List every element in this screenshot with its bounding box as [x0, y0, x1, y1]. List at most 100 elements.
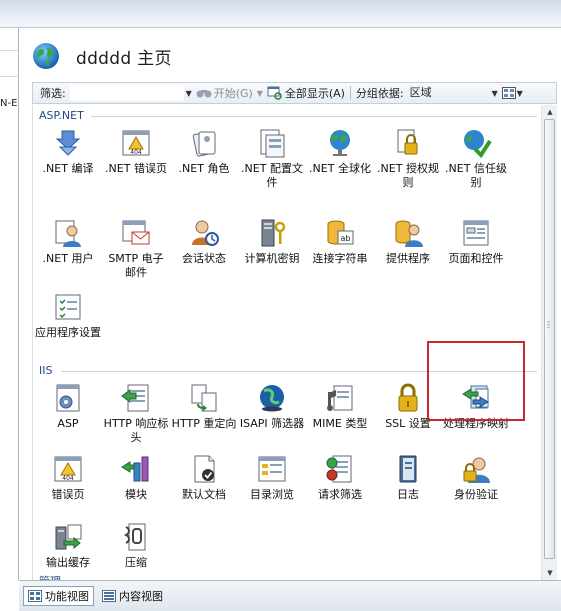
- feature-session-state[interactable]: 会话状态: [171, 217, 237, 283]
- connections-pane[interactable]: N-E: [0, 28, 19, 580]
- feature-providers[interactable]: 提供程序: [375, 217, 441, 283]
- features-view-icon: [28, 590, 42, 602]
- content-view-icon: [102, 590, 116, 602]
- chevron-down-icon[interactable]: ▼: [490, 89, 500, 98]
- feature-label: 提供程序: [386, 252, 430, 265]
- grid-view-icon: [501, 87, 516, 99]
- scroll-down-arrow-icon[interactable]: ▼: [542, 566, 558, 580]
- feature-label: 默认文档: [182, 488, 226, 501]
- session-icon: [192, 220, 219, 246]
- down-arrows-icon: [55, 130, 81, 156]
- feature-label: 错误页: [51, 488, 85, 501]
- feature-label: .NET 编译: [42, 162, 94, 175]
- tree-node-fragment[interactable]: N-E: [0, 98, 17, 109]
- scrollbar-thumb[interactable]: ---: [544, 119, 555, 559]
- feature-application-settings[interactable]: 应用程序设置: [35, 291, 101, 357]
- roles-icon: [192, 131, 216, 157]
- feature-pages-and-controls[interactable]: 页面和控件: [443, 217, 509, 283]
- feature-net-roles[interactable]: .NET 角色: [171, 127, 237, 193]
- feature-label: .NET 全球化: [309, 162, 371, 175]
- features-view-tab[interactable]: 功能视图: [23, 586, 94, 606]
- feature-label: 会话状态: [182, 252, 226, 265]
- feature-request-filtering[interactable]: 请求筛选: [307, 453, 373, 519]
- features-view-label: 功能视图: [45, 590, 89, 603]
- default-document-icon: [194, 455, 215, 483]
- feature-default-document[interactable]: 默认文档: [171, 453, 237, 519]
- feature-net-compilation[interactable]: .NET 编译: [35, 127, 101, 193]
- pane-divider: [0, 76, 18, 77]
- group-header-aspnet[interactable]: ASP.NET: [39, 109, 84, 122]
- feature-mime-types[interactable]: MIME 类型: [307, 382, 373, 448]
- padlock-icon: [398, 383, 418, 412]
- chevron-down-icon[interactable]: ▼: [184, 89, 194, 98]
- group-header-iis[interactable]: IIS: [39, 364, 52, 377]
- feature-label: 计算机密钥: [244, 252, 300, 265]
- feature-asp[interactable]: ASP: [35, 382, 101, 448]
- feature-label: .NET 错误页: [105, 162, 167, 175]
- asp-icon: [56, 384, 80, 412]
- feature-error-pages[interactable]: 404 错误页: [35, 453, 101, 519]
- globe-icon: [330, 130, 350, 156]
- vertical-scrollbar[interactable]: ▲ --- ▼: [541, 105, 557, 580]
- feature-label: .NET 授权规则: [377, 162, 439, 189]
- feature-connection-strings[interactable]: ab 连接字符串: [307, 217, 373, 283]
- feature-compression[interactable]: 压缩: [103, 521, 169, 587]
- feature-label: 模块: [125, 488, 147, 501]
- svg-text:ab: ab: [341, 234, 351, 243]
- filter-label: 筛选:: [40, 87, 66, 100]
- feature-label: 应用程序设置: [35, 326, 101, 339]
- feature-net-error-pages[interactable]: 404 .NET 错误页: [103, 127, 169, 193]
- toolbar-separator: [349, 86, 351, 100]
- error-404-icon: 404: [54, 456, 82, 482]
- trust-check-icon: [464, 130, 492, 159]
- feature-modules[interactable]: 模块: [103, 453, 169, 519]
- feature-label: HTTP 重定向: [171, 417, 237, 430]
- pane-divider: [0, 50, 18, 51]
- feature-label: .NET 配置文件: [241, 162, 303, 189]
- show-all-button[interactable]: 全部显示(A): [265, 85, 347, 101]
- feature-net-profile[interactable]: .NET 配置文件: [239, 127, 305, 193]
- show-all-icon: [267, 86, 282, 100]
- feature-label: 页面和控件: [448, 252, 504, 265]
- feature-net-users[interactable]: .NET 用户: [35, 217, 101, 283]
- isapi-icon: [260, 385, 284, 412]
- content-view-tab[interactable]: 内容视图: [98, 586, 167, 606]
- view-switcher-bar: 功能视图 内容视图: [19, 580, 561, 611]
- feature-label: 身份验证: [454, 488, 498, 501]
- features-list[interactable]: ASP.NET .NET 编译 404 .NET 错误页 .NET 角色 .NE…: [32, 105, 557, 588]
- feature-isapi-filters[interactable]: ISAPI 筛选器: [239, 382, 305, 448]
- feature-label: MIME 类型: [312, 417, 368, 430]
- content-view-label: 内容视图: [119, 590, 163, 603]
- feature-http-redirect[interactable]: HTTP 重定向: [171, 382, 237, 448]
- authentication-icon: [463, 457, 490, 483]
- scroll-up-arrow-icon[interactable]: ▲: [542, 105, 558, 119]
- feature-label: ASP: [57, 417, 79, 430]
- feature-net-trust-levels[interactable]: .NET 信任级别: [443, 127, 509, 193]
- feature-http-response-headers[interactable]: HTTP 响应标头: [103, 382, 169, 448]
- feature-net-globalization[interactable]: .NET 全球化: [307, 127, 373, 193]
- page-header: ddddd 主页: [20, 28, 561, 82]
- feature-authentication[interactable]: 身份验证: [443, 453, 509, 519]
- chevron-down-icon[interactable]: ▼: [255, 89, 265, 98]
- redirect-icon: [191, 384, 217, 412]
- feature-net-authorization-rules[interactable]: .NET 授权规则: [375, 127, 441, 193]
- start-button[interactable]: 开始(G): [194, 85, 255, 101]
- feature-directory-browsing[interactable]: 目录浏览: [239, 453, 305, 519]
- feature-label: SMTP 电子邮件: [108, 252, 164, 279]
- chevron-down-icon: ▼: [516, 88, 523, 98]
- feature-label: 目录浏览: [250, 488, 294, 501]
- lock-icon: [397, 129, 418, 155]
- feature-smtp-email[interactable]: SMTP 电子邮件: [103, 217, 169, 283]
- window-top-strip: [0, 0, 561, 28]
- filter-input[interactable]: [69, 85, 184, 101]
- providers-icon: [395, 220, 423, 247]
- feature-label: .NET 信任级别: [445, 162, 507, 189]
- view-mode-button[interactable]: ▼: [501, 87, 524, 99]
- feature-logging[interactable]: 日志: [375, 453, 441, 519]
- profile-icon: [260, 129, 285, 158]
- group-by-select[interactable]: 区域: [410, 85, 490, 101]
- compression-icon: [123, 523, 146, 551]
- show-all-button-label: 全部显示(A): [284, 87, 345, 100]
- svg-text:404: 404: [130, 149, 142, 156]
- feature-machine-key[interactable]: 计算机密钥: [239, 217, 305, 283]
